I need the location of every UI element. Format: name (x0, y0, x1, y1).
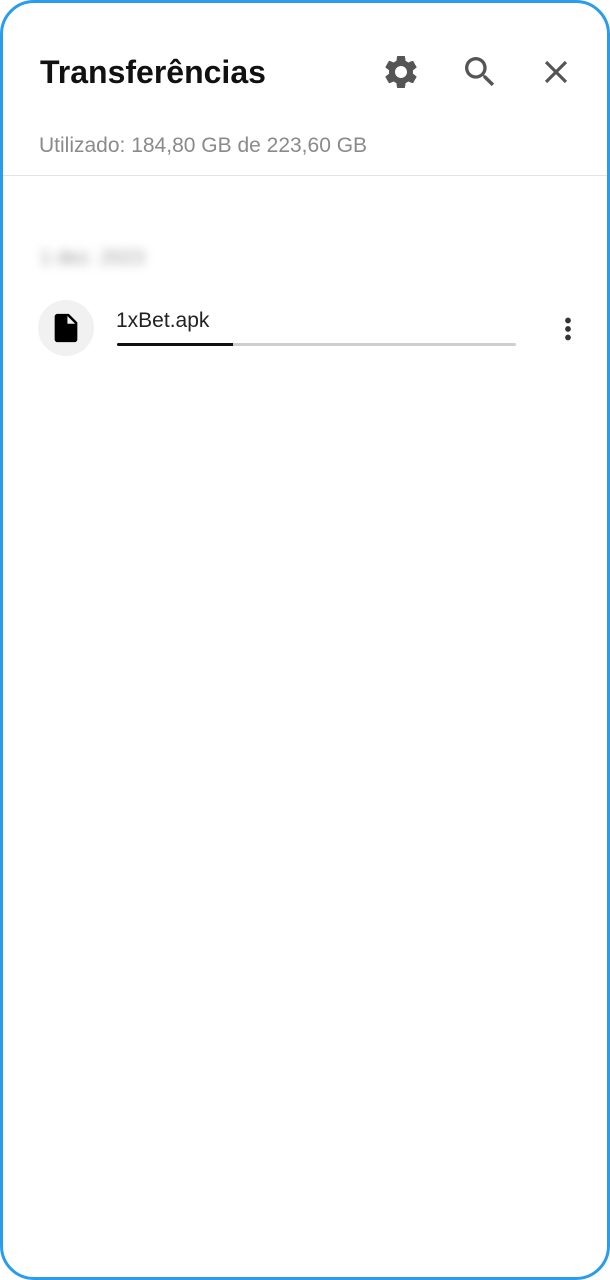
more-options-button[interactable] (546, 307, 590, 351)
gear-icon (385, 55, 417, 88)
search-button[interactable] (456, 48, 504, 96)
settings-button[interactable] (377, 48, 425, 96)
storage-usage: Utilizado: 184,80 GB de 223,60 GB (39, 134, 368, 157)
header: Transferências (3, 3, 607, 123)
download-progress-fill (117, 343, 233, 346)
close-button[interactable] (532, 48, 580, 96)
search-icon (465, 57, 495, 87)
more-vert-icon (565, 317, 571, 341)
page-title: Transferências (40, 54, 266, 90)
downloads-window: Transferências Utilizado: 184,80 GB de 2… (0, 0, 610, 1280)
close-icon (544, 60, 568, 84)
download-item[interactable]: 1xBet.apk (3, 293, 607, 373)
date-group-header: 1 dez. 2023 (40, 247, 145, 269)
file-name: 1xBet.apk (116, 309, 210, 332)
download-progress-bar (117, 343, 516, 346)
file-icon (54, 313, 78, 343)
divider (3, 175, 607, 176)
file-icon-circle (38, 300, 94, 356)
